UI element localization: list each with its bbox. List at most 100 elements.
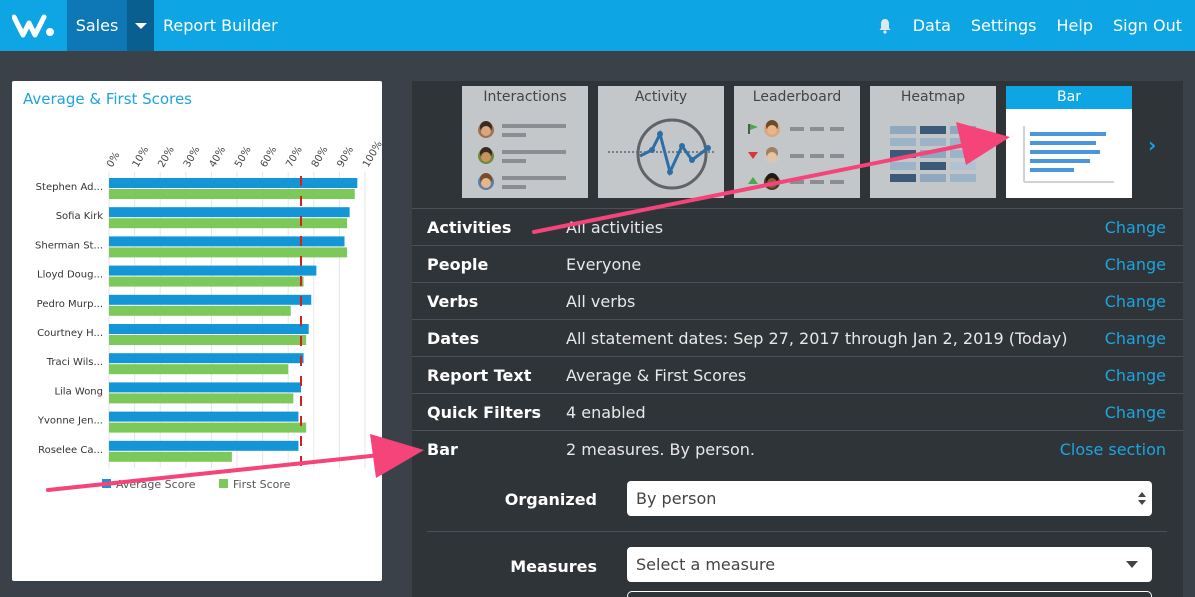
change-people-link[interactable]: Change [1105,255,1166,274]
interactions-thumbnail-icon [478,121,566,190]
change-report-text-link[interactable]: Change [1105,366,1166,385]
measures-placeholder: Select a measure [636,555,776,574]
y-tick-label: Courtney H... [37,328,103,339]
next-select-partial[interactable] [627,591,1152,597]
legend-swatch [102,479,111,488]
chevron-down-icon [1126,561,1138,568]
x-tick-label: 20% [156,145,177,170]
y-tick-label: Traci Wils... [46,357,103,368]
row-label: People [427,254,489,274]
legend-label: First Score [233,478,291,491]
row-label: Report Text [427,365,532,385]
chart-preview-panel: Average & First Scores 0% 10% 20% 30% 40% 50%… [12,81,382,581]
close-section-link[interactable]: Close section [1060,440,1166,459]
config-row-people: People Everyone Change [412,245,1183,282]
y-tick-label: Lila Wong [54,386,103,397]
row-label: Bar [427,439,458,459]
bar-chart: 0% 10% 20% 30% 40% 50% 60% 70% 80% 90% 100% Stephen… [35,139,382,491]
row-label: Activities [427,217,512,237]
bar [109,451,232,462]
legend-swatch [219,479,228,488]
bar [109,247,348,258]
tile-leaderboard[interactable]: Leaderboard [734,86,860,198]
x-tick-label: 100% [361,139,382,169]
change-dates-link[interactable]: Change [1105,329,1166,348]
bar [109,324,309,334]
y-tick-label: Sherman St... [35,240,103,251]
nav-sales[interactable]: Sales [67,0,127,51]
tile-bar[interactable]: Bar [1006,86,1132,198]
bar [109,218,348,229]
change-quick-filters-link[interactable]: Change [1105,403,1166,422]
row-value: 4 enabled [566,402,646,422]
bar [109,422,307,433]
bar [109,382,301,393]
tile-interactions[interactable]: Interactions [462,86,588,198]
tile-activity[interactable]: Activity [598,86,724,198]
y-tick-label: Stephen Ad... [36,182,103,193]
bell-icon[interactable] [877,18,893,34]
row-value: All activities [566,217,664,237]
w-logo-icon [11,14,54,37]
row-value: Everyone [566,254,642,274]
bar [109,236,345,247]
y-tick-label: Yvonne Jen... [37,416,103,427]
bar [109,393,294,404]
nav-settings[interactable]: Settings [971,16,1037,35]
config-row-quick-filters: Quick Filters 4 enabled Change [412,393,1183,430]
bar [109,440,299,451]
organized-label: Organized [504,490,597,509]
x-tick-label: 60% [259,145,280,170]
row-label: Quick Filters [427,402,541,422]
bar [109,207,350,218]
y-tick-label: Sofia Kirk [56,211,104,222]
x-tick-label: 70% [284,145,305,170]
bar [109,353,304,364]
config-row-dates: Dates All statement dates: Sep 27, 2017 … [412,319,1183,356]
bar [109,335,307,345]
nav-sales-dropdown[interactable] [127,0,154,51]
organized-select[interactable]: By person [627,481,1152,516]
measures-select[interactable]: Select a measure [627,547,1152,582]
row-value: All statement dates: Sep 27, 2017 throug… [566,328,1068,348]
nav-data[interactable]: Data [913,16,951,35]
x-tick-label: 90% [335,145,356,170]
chevron-right-icon[interactable]: › [1148,133,1156,157]
tile-heatmap[interactable]: Heatmap [870,86,996,198]
y-tick-label: Lloyd Doug... [37,270,103,281]
nav-sign-out[interactable]: Sign Out [1113,16,1182,35]
bar [109,189,355,199]
heatmap-thumbnail-icon [890,126,976,182]
row-label: Verbs [427,291,479,311]
x-tick-label: 10% [131,145,152,170]
row-value: 2 measures. By person. [566,439,756,459]
y-tick-label: Roselee Ca... [38,445,103,456]
change-verbs-link[interactable]: Change [1105,292,1166,311]
change-activities-link[interactable]: Change [1105,218,1166,237]
row-label: Dates [427,328,480,348]
organized-value: By person [636,489,717,508]
nav-report-builder[interactable]: Report Builder [163,16,278,35]
measures-label: Measures [510,557,597,576]
x-tick-label: 40% [207,145,228,170]
y-tick-label: Pedro Murp... [37,299,103,310]
form-divider [427,531,1167,532]
activity-thumbnail-icon [608,118,716,190]
x-tick-label: 50% [233,145,254,170]
bar [109,411,299,422]
app-logo[interactable] [0,0,67,51]
row-value: All verbs [566,291,636,311]
bar [109,178,358,188]
config-row-verbs: Verbs All verbs Change [412,282,1183,319]
sort-arrows-icon [1138,492,1146,505]
config-row-report-text: Report Text Average & First Scores Chang… [412,356,1183,393]
config-row-bar: Bar 2 measures. By person. Close section [412,430,1183,467]
top-navbar: Sales Report Builder Data Settings Help … [0,0,1195,51]
report-config-panel: Interactions Activity Leaderboard Heatma… [412,81,1183,597]
nav-help[interactable]: Help [1057,16,1093,35]
config-row-activities: Activities All activities Change [412,208,1183,245]
bar [109,265,317,276]
config-rows: Activities All activities Change People … [412,208,1183,467]
bar [109,276,304,287]
leaderboard-thumbnail-icon [748,120,844,190]
